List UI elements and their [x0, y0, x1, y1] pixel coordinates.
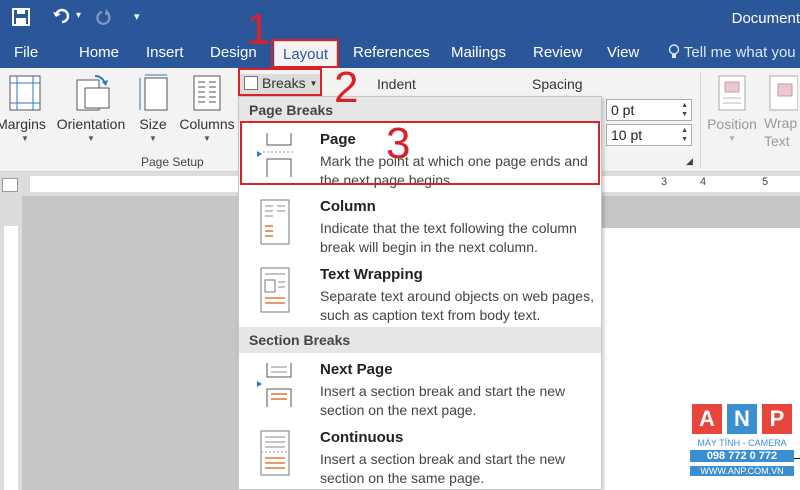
- tab-references[interactable]: References: [353, 44, 430, 61]
- menu-item-title: Next Page: [320, 361, 393, 378]
- spacing-before-input[interactable]: 0 pt ▲ ▼: [606, 99, 692, 121]
- column-break-icon: [260, 199, 290, 245]
- tell-me-search[interactable]: Tell me what you: [668, 44, 796, 61]
- menu-item-title: Continuous: [320, 429, 404, 446]
- ruler-mark: 4: [700, 176, 707, 188]
- chevron-down-icon: ▼: [21, 134, 29, 143]
- columns-label: Columns: [179, 116, 235, 132]
- next-page-icon: [257, 363, 292, 407]
- lightbulb-icon: [668, 44, 680, 58]
- spin-up-icon[interactable]: ▲: [681, 102, 688, 110]
- anp-watermark-logo: A N P MÁY TÍNH - CAMERA 098 772 0 772 WW…: [690, 404, 794, 488]
- spacing-after-input[interactable]: 10 pt ▲ ▼: [606, 124, 692, 146]
- customize-qat-icon[interactable]: ▾: [134, 10, 140, 23]
- wrap-text-button[interactable]: Wrap Text: [764, 74, 800, 150]
- menu-item-description: Separate text around objects on web page…: [320, 288, 594, 323]
- redo-icon[interactable]: [94, 8, 114, 31]
- menu-item-description: Indicate that the text following the col…: [320, 220, 577, 255]
- page-breaks-header: Page Breaks: [239, 97, 601, 123]
- menu-item-text-wrapping[interactable]: Text Wrapping Separate text around objec…: [239, 258, 601, 324]
- document-title: Document: [731, 10, 800, 27]
- margins-label: Margins: [0, 116, 46, 132]
- tab-mailings[interactable]: Mailings: [451, 44, 506, 61]
- tell-me-text: Tell me what you: [683, 44, 796, 61]
- position-label: Position: [707, 116, 757, 132]
- wrap-text-icon: [769, 75, 798, 111]
- chevron-down-icon: ▼: [203, 134, 211, 143]
- watermark-phone: 098 772 0 772: [690, 450, 794, 462]
- tab-view[interactable]: View: [607, 44, 639, 61]
- tab-file[interactable]: File: [14, 44, 38, 61]
- continuous-break-icon: [260, 430, 290, 476]
- save-icon[interactable]: [12, 8, 30, 31]
- tab-insert[interactable]: Insert: [146, 44, 184, 61]
- callout-number-2: 2: [334, 63, 359, 112]
- section-breaks-header: Section Breaks: [239, 327, 601, 353]
- orientation-icon: [76, 74, 110, 111]
- callout-box-layout-tab: [271, 39, 339, 68]
- tab-home[interactable]: Home: [79, 44, 119, 61]
- orientation-label: Orientation: [56, 116, 126, 132]
- menu-item-title: Column: [320, 198, 376, 215]
- position-icon: [718, 75, 746, 111]
- chevron-down-icon: ▼: [728, 134, 736, 143]
- chevron-down-icon: ▼: [87, 134, 95, 143]
- menu-item-column-break[interactable]: Column Indicate that the text following …: [239, 190, 601, 256]
- chevron-down-icon: ▼: [149, 134, 157, 143]
- position-button[interactable]: Position ▼: [704, 74, 760, 143]
- menu-item-description: Insert a section break and start the new…: [320, 451, 566, 486]
- watermark-url: WWW.ANP.COM.VN: [690, 466, 794, 476]
- callout-number-1: 1: [246, 5, 271, 54]
- columns-icon: [193, 75, 221, 111]
- tab-review[interactable]: Review: [533, 44, 582, 61]
- logo-letter: A: [692, 404, 722, 434]
- menu-item-title: Text Wrapping: [320, 266, 423, 283]
- menu-item-continuous[interactable]: Continuous Insert a section break and st…: [239, 421, 601, 487]
- group-separator: [700, 72, 701, 168]
- ruler-track: [4, 226, 18, 490]
- orientation-button[interactable]: Orientation ▼: [52, 74, 130, 143]
- wrap-text-label: Wrap: [764, 115, 798, 131]
- margins-button[interactable]: Margins ▼: [0, 74, 50, 143]
- ruler-mark: 3: [661, 176, 668, 188]
- spacing-label: Spacing: [532, 76, 583, 92]
- ribbon-tabs: File Home Insert Design Layout Reference…: [0, 38, 800, 68]
- logo-letter: P: [762, 404, 792, 434]
- vertical-ruler[interactable]: [0, 196, 22, 490]
- title-bar: ▾ ▾ Document: [0, 0, 800, 38]
- undo-dropdown-icon[interactable]: ▾: [76, 10, 81, 21]
- callout-box-page-item: [240, 121, 600, 185]
- page-setup-group-label: Page Setup: [141, 155, 204, 169]
- wrap-text-label-line2: Text: [764, 133, 790, 149]
- spacing-after-value: 10 pt: [611, 127, 643, 143]
- callout-number-3: 3: [386, 119, 411, 168]
- text-wrapping-icon: [260, 267, 290, 313]
- size-label: Size: [139, 116, 167, 132]
- spin-down-icon[interactable]: ▼: [681, 111, 688, 119]
- watermark-line1: MÁY TÍNH - CAMERA: [697, 438, 787, 448]
- margins-icon: [9, 75, 41, 111]
- size-button[interactable]: Size ▼: [134, 74, 172, 143]
- menu-item-description: Insert a section break and start the new…: [320, 383, 566, 418]
- spin-up-icon[interactable]: ▲: [681, 127, 688, 135]
- size-icon: [139, 74, 168, 111]
- undo-icon[interactable]: [52, 8, 74, 31]
- logo-letter: N: [727, 404, 757, 434]
- menu-item-next-page[interactable]: Next Page Insert a section break and sta…: [239, 353, 601, 419]
- callout-box-breaks: [238, 68, 322, 96]
- indent-label: Indent: [377, 76, 416, 92]
- spacing-before-value: 0 pt: [611, 102, 635, 118]
- columns-button[interactable]: Columns ▼: [178, 74, 236, 143]
- dialog-launcher-icon[interactable]: ◢: [686, 156, 693, 167]
- spin-down-icon[interactable]: ▼: [681, 136, 688, 144]
- ruler-mark: 5: [762, 176, 769, 188]
- tab-selector[interactable]: [2, 178, 18, 192]
